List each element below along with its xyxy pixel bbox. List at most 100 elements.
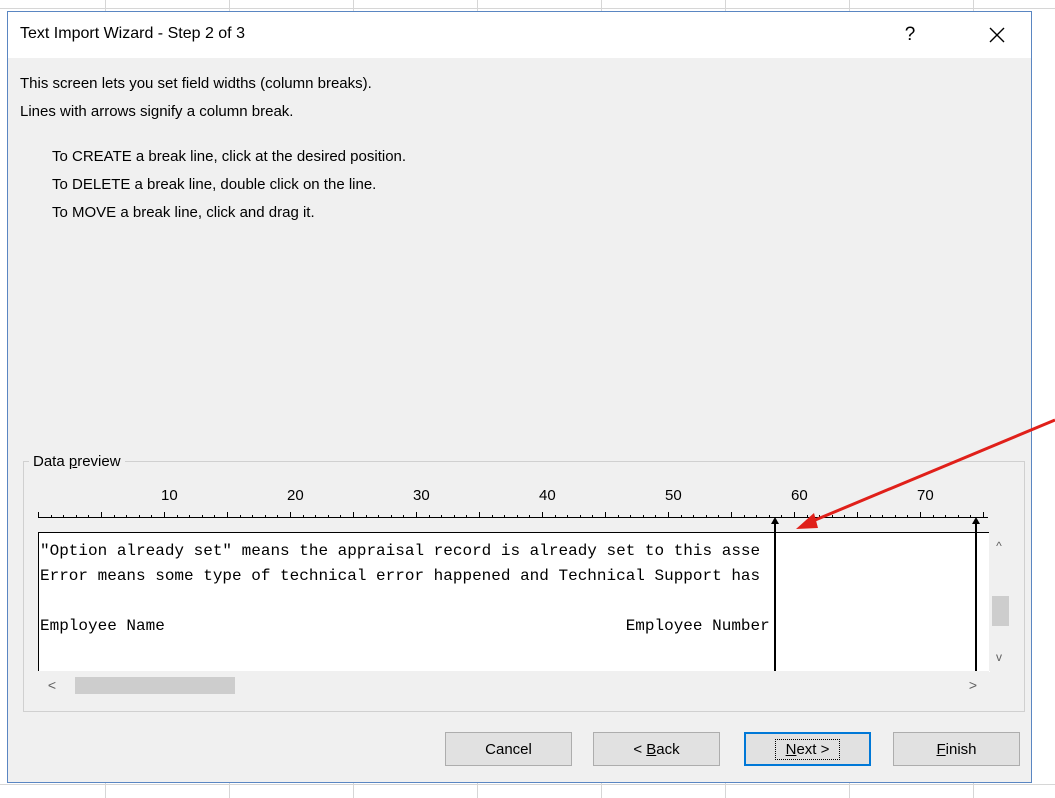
ruler-tick [907,515,909,517]
instruction-move: To MOVE a break line, click and drag it. [52,204,315,221]
ruler-tick [403,515,405,517]
horizontal-scroll-thumb[interactable] [75,677,235,694]
next-button[interactable]: Next > [744,732,871,766]
column-break-arrow-icon[interactable] [972,517,981,524]
ruler-tick [869,515,871,517]
ruler-tick [428,515,430,517]
ruler-number: 20 [287,487,304,504]
ruler-tick [164,512,165,517]
ruler-tick [970,515,972,517]
vertical-scrollbar[interactable]: ^ v [989,532,1009,671]
ruler-tick [75,515,77,517]
ruler-tick [617,515,619,517]
ruler-tick [655,515,657,517]
ruler-tick [113,515,115,517]
ruler-tick [290,512,291,517]
ruler-tick [705,515,707,517]
ruler-tick [932,515,934,517]
finish-button[interactable]: Finish [893,732,1020,766]
ruler-tick [38,512,39,517]
description-line-2: Lines with arrows signify a column break… [20,103,294,120]
ruler-tick [920,512,921,517]
data-preview-area[interactable]: "Option already set" means the appraisal… [38,532,990,672]
ruler-number: 40 [539,487,556,504]
ruler-tick [227,512,228,517]
ruler-tick [579,515,581,517]
ruler-number: 10 [161,487,178,504]
ruler-tick [479,512,480,517]
ruler-tick [214,515,216,517]
ruler-tick [176,515,178,517]
column-break-line[interactable] [975,523,978,671]
ruler-tick [592,515,594,517]
ruler-tick [806,515,808,517]
text-import-wizard-dialog: Text Import Wizard - Step 2 of 3 ? This … [7,11,1032,783]
ruler-tick [554,515,556,517]
ruler-tick [441,515,443,517]
vertical-scroll-thumb[interactable] [992,596,1009,626]
ruler-number: 60 [791,487,808,504]
scroll-up-icon[interactable]: ^ [989,536,1009,556]
grid-line [0,8,1055,9]
column-ruler[interactable]: 10 20 30 40 50 60 70 [38,487,988,522]
ruler-tick [50,515,52,517]
column-break-arrow-icon[interactable] [770,517,779,524]
ruler-tick [957,515,959,517]
ruler-tick [718,515,720,517]
ruler-tick [277,515,279,517]
horizontal-scrollbar[interactable]: < > [38,671,989,699]
grid-line [0,784,1055,785]
ruler-tick [768,515,770,517]
ruler-tick [189,515,191,517]
ruler-tick [252,515,254,517]
scroll-right-icon[interactable]: > [963,671,983,699]
ruler-tick [693,515,695,517]
ruler-tick [504,515,506,517]
ruler-tick [302,515,304,517]
preview-row: Employee Name Employee Number [40,617,770,635]
ruler-number: 50 [665,487,682,504]
scroll-left-icon[interactable]: < [42,671,62,699]
data-preview-label: Data preview [29,453,125,470]
help-icon: ? [904,24,916,45]
ruler-tick [894,515,896,517]
ruler-tick [567,515,569,517]
instruction-delete: To DELETE a break line, double click on … [52,176,377,193]
scroll-down-icon[interactable]: v [989,647,1009,667]
ruler-number: 70 [917,487,934,504]
ruler-tick [945,515,947,517]
ruler-tick [630,515,632,517]
ruler-tick [416,512,417,517]
cancel-button[interactable]: Cancel [445,732,572,766]
ruler-tick [642,515,644,517]
ruler-tick [491,515,493,517]
ruler-tick [138,515,140,517]
help-button[interactable]: ? [892,18,928,52]
ruler-tick [63,515,65,517]
ruler-tick [882,515,884,517]
ruler-tick [794,512,795,517]
column-break-line[interactable] [773,523,776,671]
close-button[interactable] [974,18,1020,52]
ruler-tick [151,515,153,517]
ruler-tick [315,515,317,517]
ruler-tick [239,515,241,517]
ruler-tick [453,515,455,517]
ruler-tick [529,515,531,517]
title-bar[interactable]: Text Import Wizard - Step 2 of 3 ? [8,12,1031,58]
ruler-tick [516,515,518,517]
ruler-tick [680,515,682,517]
ruler-tick [88,515,90,517]
preview-row: "Option already set" means the appraisal… [40,542,761,560]
ruler-tick [844,515,846,517]
ruler-tick [668,512,669,517]
back-button[interactable]: < Back [593,732,720,766]
ruler-tick [126,515,128,517]
ruler-tick [756,515,758,517]
ruler-tick [743,515,745,517]
ruler-tick [731,512,732,517]
close-icon [989,27,1005,43]
ruler-baseline [38,517,988,518]
ruler-tick [390,515,392,517]
ruler-tick [542,512,543,517]
